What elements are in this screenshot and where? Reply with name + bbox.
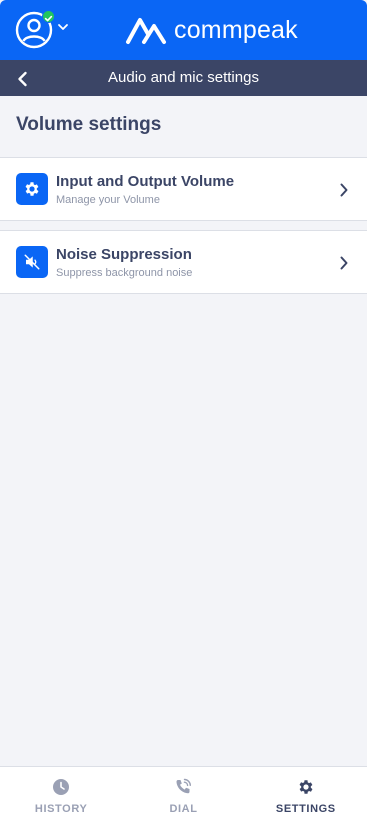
page-title: Audio and mic settings bbox=[108, 69, 259, 86]
settings-item-noise-suppression[interactable]: Noise Suppression Suppress background no… bbox=[0, 230, 367, 294]
gear-icon bbox=[299, 780, 313, 794]
user-avatar-button[interactable] bbox=[14, 10, 55, 50]
online-status-badge bbox=[42, 10, 55, 23]
speaker-muted-icon bbox=[24, 254, 40, 270]
settings-item-input-output-volume[interactable]: Input and Output Volume Manage your Volu… bbox=[0, 157, 367, 221]
settings-item-icon bbox=[16, 246, 48, 278]
tab-dial-label: DIAL bbox=[169, 803, 198, 815]
tab-history[interactable]: HISTORY bbox=[0, 767, 122, 820]
bottom-nav: HISTORY DIAL SETTINGS bbox=[0, 766, 367, 820]
check-icon bbox=[44, 15, 53, 22]
tab-history-label: HISTORY bbox=[34, 803, 88, 815]
tab-settings-label: SETTINGS bbox=[275, 803, 336, 815]
chevron-right-icon bbox=[340, 256, 348, 270]
settings-item-title: Noise Suppression bbox=[56, 246, 192, 263]
brand-logo: commpeak bbox=[124, 12, 298, 48]
settings-item-subtitle: Manage your Volume bbox=[56, 194, 160, 206]
chevron-right-icon bbox=[340, 183, 348, 197]
tab-dial[interactable]: DIAL bbox=[122, 767, 244, 820]
chevron-down-icon[interactable] bbox=[56, 20, 70, 34]
settings-item-title: Input and Output Volume bbox=[56, 173, 235, 190]
tab-settings[interactable]: SETTINGS bbox=[245, 767, 367, 820]
back-arrow-icon[interactable] bbox=[12, 68, 34, 90]
brand-name: commpeak bbox=[174, 15, 298, 44]
top-bar: commpeak bbox=[0, 0, 367, 60]
commpeak-logo-icon bbox=[126, 18, 166, 44]
phone-icon bbox=[176, 778, 192, 794]
gear-icon bbox=[25, 182, 39, 196]
clock-icon bbox=[53, 779, 70, 795]
page-header: Audio and mic settings bbox=[0, 60, 367, 96]
section-title: Volume settings bbox=[16, 114, 162, 135]
settings-item-subtitle: Suppress background noise bbox=[56, 267, 193, 279]
settings-item-icon bbox=[16, 173, 48, 205]
